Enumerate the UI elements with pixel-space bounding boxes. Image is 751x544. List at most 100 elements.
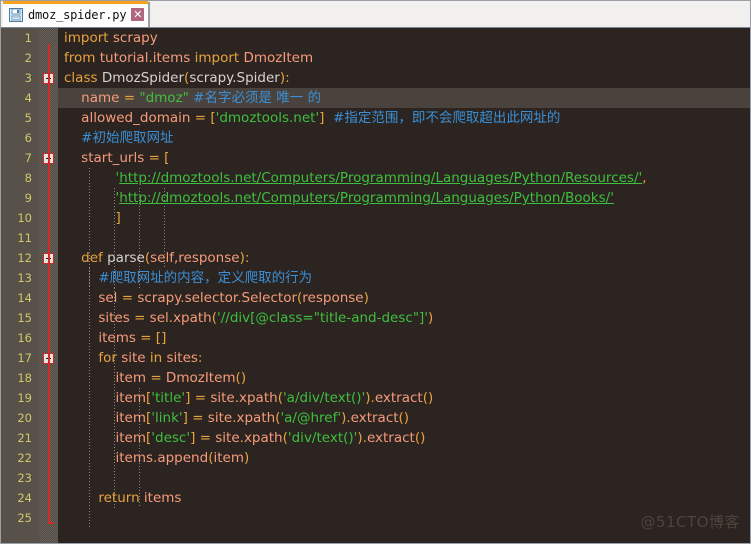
code-area[interactable]: import scrapy from tutorial.items import … [58, 28, 750, 543]
code-token: ): [239, 250, 250, 266]
code-token: ). [365, 390, 375, 406]
code-token: extract [350, 410, 399, 426]
code-line[interactable]: item['desc'] = site.xpath('div/text()').… [58, 428, 750, 448]
code-token: items [152, 50, 191, 66]
code-line[interactable] [58, 228, 750, 248]
code-line[interactable]: 'http://dmoztools.net/Computers/Programm… [58, 168, 750, 188]
line-number: 1 [24, 31, 32, 45]
code-token: = [121, 290, 134, 306]
line-number: 22 [17, 451, 32, 465]
code-token: return [98, 490, 140, 506]
code-line[interactable]: sites = sel.xpath('//div[@class="title-a… [58, 308, 750, 328]
fold-scope-line [48, 44, 54, 524]
code-line[interactable]: def parse(self,response): [58, 248, 750, 268]
code-line[interactable]: #爬取网址的内容，定义爬取的行为 [58, 268, 750, 288]
close-icon[interactable]: ✕ [131, 8, 145, 21]
code-token: parse [107, 250, 145, 266]
code-token: selector [184, 290, 238, 306]
line-number: 17 [17, 351, 32, 365]
code-line[interactable]: item['title'] = site.xpath('a/div/text()… [58, 388, 750, 408]
code-line[interactable]: name = "dmoz" #名字必须是 唯一 的 [58, 88, 750, 108]
code-line[interactable]: #初始爬取网址 [58, 128, 750, 148]
code-token: = [150, 370, 162, 386]
code-token: Selector [241, 290, 298, 306]
line-number: 6 [24, 131, 32, 145]
code-line[interactable]: sel = scrapy.selector.Selector(response) [58, 288, 750, 308]
code-token: extract [374, 390, 423, 406]
code-line[interactable]: for site in sites: [58, 348, 750, 368]
tab-dmoz-spider-py[interactable]: dmoz_spider.py ✕ [3, 1, 151, 27]
tab-label: dmoz_spider.py [28, 7, 127, 22]
code-token: name [81, 90, 120, 106]
code-token: "dmoz" [139, 90, 189, 106]
code-line[interactable] [58, 468, 750, 488]
code-token: = [194, 390, 207, 406]
line-number: 16 [17, 331, 32, 345]
code-line[interactable]: item = DmozItem() [58, 368, 750, 388]
line-number: 14 [17, 291, 32, 305]
code-token: 'a/div/text()' [282, 390, 366, 406]
code-token: item [115, 410, 147, 426]
code-token: item [115, 430, 147, 446]
code-editor[interactable]: 1 2 3 4 5 6 7 8 9 10 11 12 13 14 15 16 17 18 19 20 21 22 23 24 2… [1, 28, 750, 543]
code-line[interactable]: class DmozSpider(scrapy.Spider): [58, 68, 750, 88]
tab-active-accent [3, 1, 149, 4]
line-number: 3 [24, 71, 32, 85]
code-line[interactable]: ] [58, 208, 750, 228]
code-token: extract [366, 430, 415, 446]
code-token: sites [98, 310, 130, 326]
editor-window: dmoz_spider.py ✕ 1 2 3 4 5 6 7 8 9 10 11 12 13 14 15 16… [0, 0, 751, 544]
code-token: #名字必须是 唯一 的 [193, 90, 322, 106]
line-number: 10 [17, 211, 32, 225]
code-token: import [64, 30, 109, 46]
line-number: 11 [17, 231, 32, 245]
code-token: #指定范围，即不会爬取超出此网址的 [333, 110, 561, 126]
code-token: [ [164, 150, 170, 166]
code-token: 'a/@href' [280, 410, 342, 426]
code-token: DmozSpider [101, 70, 185, 86]
code-token: site [210, 390, 235, 406]
code-token: item [115, 390, 147, 406]
code-line[interactable]: from tutorial.items import DmozItem [58, 48, 750, 68]
code-line[interactable]: return items [58, 488, 750, 508]
code-line[interactable]: 'http://dmoztools.net/Computers/Programm… [58, 188, 750, 208]
code-token: ) [363, 290, 369, 306]
code-token: = [140, 330, 152, 346]
code-token: for [98, 350, 117, 366]
tab-bar: dmoz_spider.py ✕ [1, 1, 750, 28]
fold-margin[interactable] [39, 28, 58, 543]
code-token: site [121, 350, 146, 366]
code-token: () [235, 370, 247, 386]
code-line[interactable]: import scrapy [58, 28, 750, 48]
code-token: site [207, 410, 233, 426]
line-number: 19 [17, 391, 32, 405]
code-token[interactable]: http://dmoztools.net/Computers/Programmi… [119, 190, 614, 206]
code-token: 'link' [151, 410, 183, 426]
code-token: scrapy.Spider [189, 70, 280, 86]
code-token: response [302, 290, 364, 306]
save-floppy-icon [9, 7, 23, 22]
code-token[interactable]: http://dmoztools.net/Computers/Programmi… [119, 170, 642, 186]
code-line[interactable] [58, 508, 750, 528]
code-line[interactable]: item['link'] = site.xpath('a/@href').ext… [58, 408, 750, 428]
code-token: in [149, 350, 163, 366]
code-line[interactable]: allowed_domain = ['dmoztools.net'] #指定范围… [58, 108, 750, 128]
line-number: 5 [24, 111, 32, 125]
line-number: 13 [17, 271, 32, 285]
code-line[interactable]: start_urls = [ [58, 148, 750, 168]
code-line[interactable]: items.append(item) [58, 448, 750, 468]
code-line[interactable]: items = [] [58, 328, 750, 348]
code-token: xpath [239, 390, 278, 406]
code-token: [] [155, 330, 167, 346]
code-token: item [115, 370, 147, 386]
